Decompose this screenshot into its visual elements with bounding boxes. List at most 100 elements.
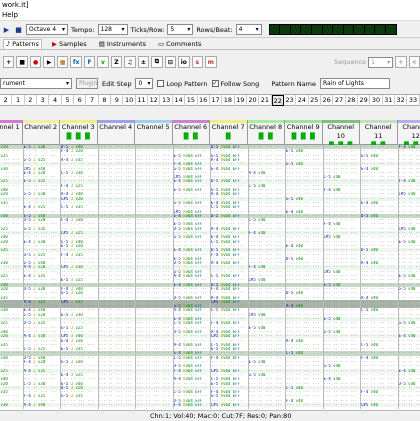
pattern-cell[interactable]: ··· ·· ··· ··· bbox=[249, 403, 285, 407]
pattern-cell[interactable]: ··· ·· ··· ··· bbox=[99, 403, 135, 407]
order-item[interactable]: 26 bbox=[321, 95, 333, 106]
order-item[interactable]: 16 bbox=[198, 95, 210, 106]
order-item[interactable]: 3 bbox=[37, 95, 49, 106]
order-item[interactable]: 10 bbox=[123, 95, 135, 106]
order-item[interactable]: 12 bbox=[148, 95, 160, 106]
order-list[interactable]: 2123456789101112131415161718192021222324… bbox=[0, 94, 420, 106]
play-icon[interactable]: ▶ bbox=[2, 24, 11, 35]
channel-header-2[interactable]: Channel 2 bbox=[23, 120, 61, 145]
pattern-cell[interactable]: ··· ·· ··· ··· bbox=[399, 403, 420, 407]
pattern-cell[interactable]: G-5 1 v30 bbox=[0, 403, 22, 407]
tab-comments[interactable]: ▭Comments bbox=[156, 39, 203, 49]
rows-field[interactable]: 4▾ bbox=[236, 24, 262, 35]
menu-help[interactable]: Help bbox=[2, 11, 18, 19]
pattern-name-field[interactable]: Rain of Lights bbox=[320, 78, 390, 89]
channel-header-7[interactable]: Channel 7▐▌ bbox=[210, 120, 248, 145]
pattern-cell[interactable]: F-4 8v64 EFF bbox=[174, 403, 210, 407]
tab-instruments[interactable]: ▤Instruments bbox=[97, 39, 148, 49]
channel-header-1[interactable]: Channel 1 bbox=[0, 120, 23, 145]
pattern-cell[interactable]: C#5 8v64 EFF bbox=[211, 403, 247, 407]
order-item[interactable]: 14 bbox=[173, 95, 185, 106]
order-item[interactable]: 21 bbox=[259, 95, 271, 106]
order-item[interactable]: 2 bbox=[25, 95, 37, 106]
pattern-cell[interactable]: ··· ·· ··· ··· bbox=[136, 403, 172, 407]
order-item[interactable]: 9 bbox=[111, 95, 123, 106]
channel-header-5[interactable]: Channel 5 bbox=[135, 120, 173, 145]
order-item[interactable]: 1 bbox=[12, 95, 24, 106]
transpose-icon[interactable]: ± bbox=[138, 56, 149, 68]
order-item[interactable]: 31 bbox=[383, 95, 395, 106]
order-item[interactable]: 29 bbox=[358, 95, 370, 106]
pattern-cell[interactable]: ··· ·· ··· ··· bbox=[61, 403, 97, 407]
record-icon[interactable]: ● bbox=[30, 56, 41, 68]
order-item[interactable]: 24 bbox=[296, 95, 308, 106]
channel-header-10[interactable]: Channel 10▐▌▐▌▐▌ bbox=[323, 120, 361, 145]
sample-icon[interactable]: s bbox=[192, 56, 203, 68]
midi-icon[interactable]: m bbox=[205, 56, 216, 68]
loop-pattern-checkbox[interactable]: Loop Pattern bbox=[157, 80, 207, 88]
z-icon[interactable]: Z bbox=[111, 56, 122, 68]
order-item[interactable]: 27 bbox=[333, 95, 345, 106]
tempo-field[interactable]: 128▾ bbox=[98, 24, 128, 35]
channel-header-4[interactable]: Channel 4 bbox=[98, 120, 136, 145]
vol-icon[interactable]: v bbox=[97, 56, 108, 68]
order-item[interactable]: 2 bbox=[0, 95, 12, 106]
instrument-select[interactable]: rument▾ bbox=[0, 78, 72, 89]
order-item[interactable]: 22 bbox=[272, 95, 284, 106]
order-item[interactable]: 4 bbox=[49, 95, 61, 106]
play-pattern-icon[interactable]: ▶ bbox=[43, 56, 54, 68]
io-icon[interactable]: io bbox=[178, 56, 189, 68]
order-item[interactable]: 28 bbox=[346, 95, 358, 106]
edit-step-field[interactable]: 0▾ bbox=[135, 78, 153, 89]
channel-header-3[interactable]: Channel 3▐▌▐▌▐▌ bbox=[60, 120, 98, 145]
stop-icon[interactable]: ■ bbox=[16, 56, 27, 68]
pattern-rows[interactable]: C-5 1 v20E-5 2 v30D-5 3 v40··· ·· ··· ··… bbox=[0, 145, 420, 409]
clone-icon[interactable]: ⧉ bbox=[151, 56, 162, 68]
channel-header-8[interactable]: Channel 8▐▌▐▌ bbox=[248, 120, 286, 145]
channel-header-6[interactable]: Channel 6▐▌▐▌ bbox=[173, 120, 211, 145]
order-item[interactable]: 13 bbox=[160, 95, 172, 106]
order-item[interactable]: 7 bbox=[86, 95, 98, 106]
stop-icon[interactable]: ■ bbox=[14, 24, 23, 35]
order-item[interactable]: 18 bbox=[222, 95, 234, 106]
new-pattern-icon[interactable]: + bbox=[3, 56, 14, 68]
order-item[interactable]: 8 bbox=[99, 95, 111, 106]
order-item[interactable]: 19 bbox=[235, 95, 247, 106]
order-item[interactable]: 33 bbox=[407, 95, 419, 106]
order-item[interactable]: 32 bbox=[395, 95, 407, 106]
order-item[interactable]: 17 bbox=[210, 95, 222, 106]
pattern-controls: rument▾ Plugin Edit Step 0▾ Loop Pattern… bbox=[0, 75, 420, 92]
pattern-properties-icon[interactable]: ▦ bbox=[57, 56, 68, 68]
order-item[interactable]: 23 bbox=[284, 95, 296, 106]
follow-song-checkbox[interactable]: ✓Follow Song bbox=[212, 80, 260, 88]
order-item[interactable]: 11 bbox=[136, 95, 148, 106]
pattern-editor[interactable]: Channel 1Channel 2Channel 3▐▌▐▌▐▌Channel… bbox=[0, 120, 420, 410]
order-item[interactable]: 6 bbox=[74, 95, 86, 106]
pattern-cell[interactable]: ··· ·· ··· ··· bbox=[286, 403, 322, 407]
order-item[interactable]: 30 bbox=[370, 95, 382, 106]
pattern-cell[interactable]: C#5 v40 bbox=[361, 403, 397, 407]
flag-icon: ▶ bbox=[52, 39, 57, 50]
window-title: work.it] bbox=[0, 0, 420, 10]
sequence-add-icon[interactable]: + bbox=[395, 56, 406, 68]
fx2-icon[interactable]: F bbox=[84, 56, 95, 68]
order-item[interactable]: 25 bbox=[309, 95, 321, 106]
channel-header-12[interactable]: Channel 12▐▌▐▌▐▌ bbox=[398, 120, 420, 145]
chord-icon[interactable]: ♫ bbox=[124, 56, 135, 68]
tab-patterns[interactable]: ♪Patterns bbox=[3, 39, 42, 49]
pattern-cell[interactable]: ··· ·· ··· ··· bbox=[324, 403, 360, 407]
ticks-field[interactable]: 5▾ bbox=[167, 24, 193, 35]
sequence-select[interactable]: 1▾ bbox=[368, 57, 393, 68]
split-icon[interactable]: ⊟ bbox=[165, 56, 176, 68]
pattern-cell[interactable]: A-4 2 v40 bbox=[24, 403, 60, 407]
fx-icon[interactable]: fx bbox=[70, 56, 81, 68]
order-item[interactable]: 5 bbox=[62, 95, 74, 106]
sequence-delete-icon[interactable]: × bbox=[409, 56, 420, 68]
channel-header-11[interactable]: Channel 11▐▌▐▌ bbox=[360, 120, 398, 145]
order-item[interactable]: 20 bbox=[247, 95, 259, 106]
order-item[interactable]: 15 bbox=[185, 95, 197, 106]
octave-select[interactable]: Octave 4▾ bbox=[26, 24, 68, 35]
plugin-button[interactable]: Plugin bbox=[76, 78, 98, 89]
channel-header-9[interactable]: Channel 9▐▌▐▌▐▌ bbox=[285, 120, 323, 145]
tab-samples[interactable]: ▶Samples bbox=[50, 39, 89, 49]
